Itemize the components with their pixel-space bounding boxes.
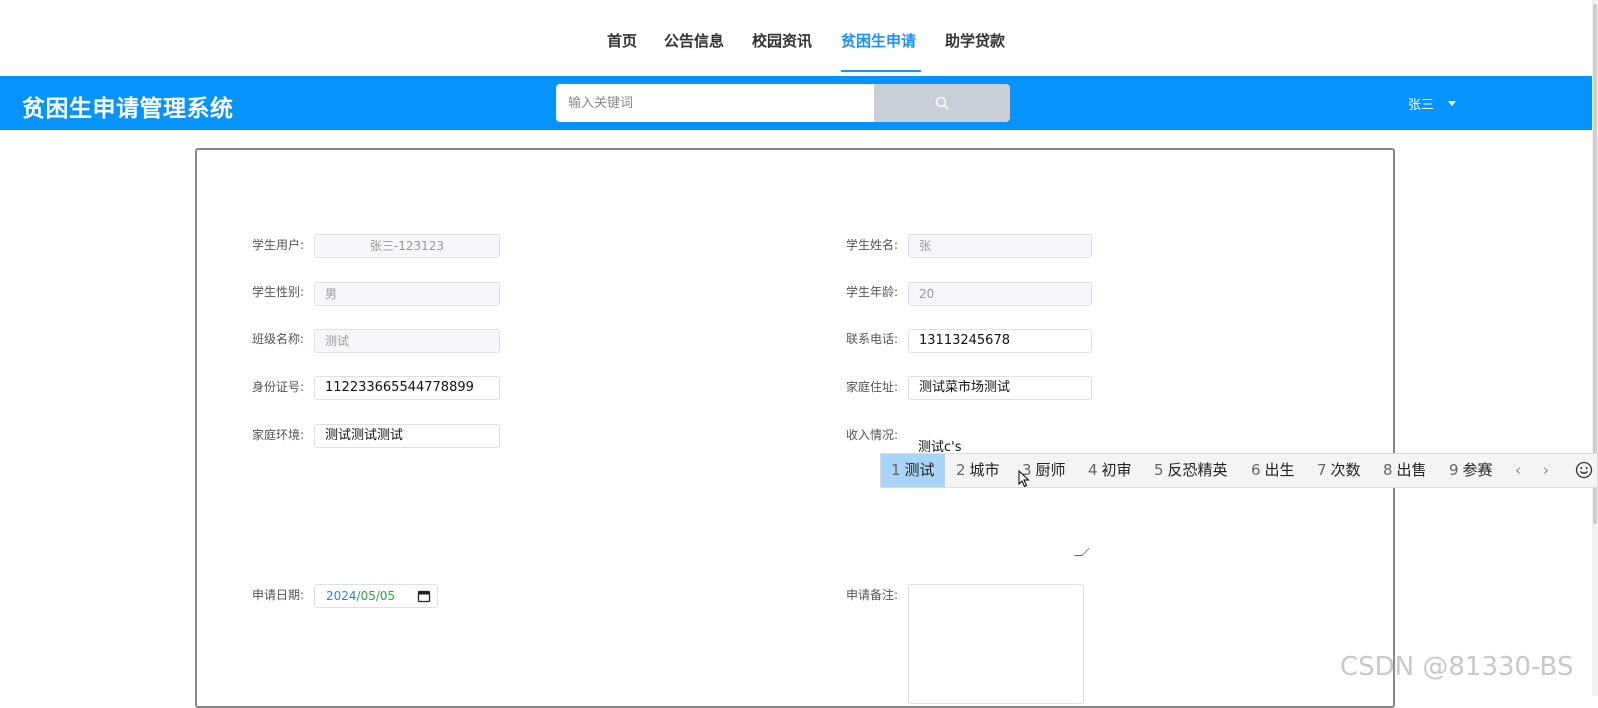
id-number-label: 身份证号: [252, 380, 305, 394]
class-name-label: 班级名称: [252, 332, 305, 346]
user-name[interactable]: 张三 [1408, 94, 1434, 113]
nav-item-poverty-application[interactable]: 贫困生申请 [841, 30, 916, 51]
ime-candidate[interactable]: 5 反恐精英 [1154, 454, 1228, 487]
date-day: 05 [379, 589, 396, 603]
search-button[interactable] [874, 84, 1010, 122]
date-month: 05 [360, 589, 376, 603]
student-name-label: 学生姓名: [846, 238, 899, 252]
class-name-field[interactable]: 测试 [314, 329, 500, 353]
smiley-icon[interactable] [1575, 461, 1593, 479]
family-env-label: 家庭环境: [252, 428, 305, 442]
ime-candidate[interactable]: 4 初审 [1088, 454, 1132, 487]
search-input[interactable] [556, 84, 874, 122]
apply-date-label: 申请日期: [252, 588, 305, 602]
ime-candidate[interactable]: 1 测试 [881, 454, 945, 487]
nav-item-student-loan[interactable]: 助学贷款 [945, 30, 1005, 51]
active-tab-underline [841, 70, 921, 72]
ime-candidate[interactable]: 6 出生 [1251, 454, 1295, 487]
top-navigation: 首页 公告信息 校园资讯 贫困生申请 助学贷款 [0, 0, 1598, 76]
nav-item-campus-news[interactable]: 校园资讯 [752, 30, 812, 51]
address-field[interactable]: 测试菜市场测试 [908, 376, 1092, 400]
ime-candidate[interactable]: 7 次数 [1317, 454, 1361, 487]
site-title: 贫困生申请管理系统 [22, 96, 234, 122]
remark-textarea[interactable] [908, 584, 1084, 704]
ime-next-page-icon[interactable]: › [1543, 454, 1549, 487]
student-user-field[interactable]: 张三-123123 [314, 234, 500, 258]
ime-prev-page-icon[interactable]: ‹ [1515, 454, 1521, 487]
page-scrollbar[interactable] [1592, 0, 1598, 696]
id-number-field[interactable]: 112233665544778899 [314, 376, 500, 400]
search-icon [935, 96, 949, 110]
student-user-label: 学生用户: [252, 238, 305, 252]
age-field[interactable]: 20 [908, 282, 1092, 306]
ime-candidate[interactable]: 9 参赛 [1449, 454, 1493, 487]
header-bar: 贫困生申请管理系统 张三 [0, 76, 1592, 130]
ime-candidate[interactable]: 2 城市 [956, 454, 1000, 487]
ime-candidate-bar: 1 测试 2 城市 3 厨师 4 初审 5 反恐精英 6 出生 7 次数 8 出售 9 参赛 ‹ … [880, 453, 1598, 488]
mouse-cursor-icon [1018, 470, 1030, 488]
apply-date-input[interactable]: 2024/05/05 [314, 584, 438, 608]
address-label: 家庭住址: [846, 380, 899, 394]
gender-label: 学生性别: [252, 285, 305, 299]
gender-field[interactable]: 男 [314, 282, 500, 306]
scrollbar-thumb[interactable] [1593, 4, 1597, 524]
ime-candidate[interactable]: 8 出售 [1383, 454, 1427, 487]
income-label: 收入情况: [846, 428, 899, 442]
nav-item-home[interactable]: 首页 [607, 30, 637, 51]
calendar-icon[interactable] [417, 589, 431, 603]
remark-label: 申请备注: [846, 588, 899, 602]
age-label: 学生年龄: [846, 285, 899, 299]
student-name-field[interactable]: 张 [908, 234, 1092, 258]
watermark: CSDN @81330-BS [1340, 652, 1574, 682]
date-year: 2024 [326, 589, 357, 603]
family-env-field[interactable]: 测试测试测试 [314, 424, 500, 448]
phone-label: 联系电话: [846, 332, 899, 346]
chevron-down-icon[interactable] [1448, 101, 1456, 106]
phone-field[interactable]: 13113245678 [908, 329, 1092, 353]
nav-item-announcements[interactable]: 公告信息 [664, 30, 724, 51]
